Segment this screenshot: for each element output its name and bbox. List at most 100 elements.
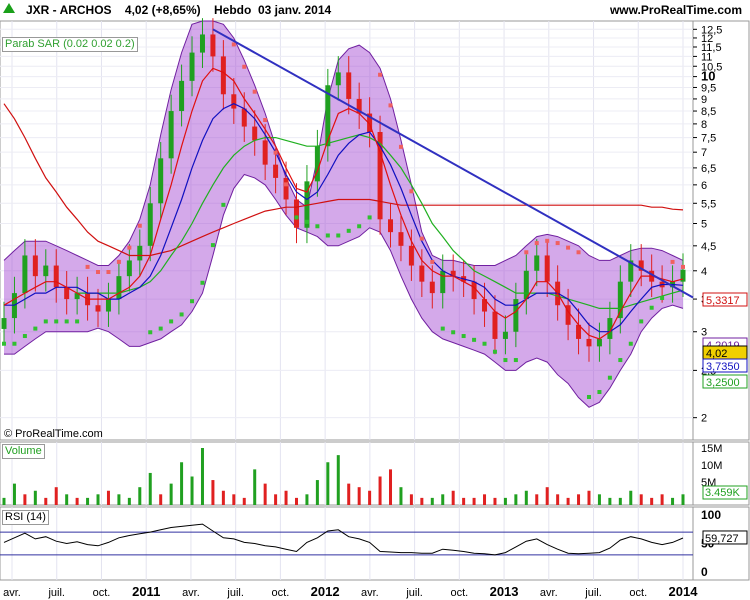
sar-dot	[304, 219, 309, 224]
rsi-line	[3, 523, 684, 556]
sar-dot	[179, 312, 184, 317]
candle-body	[199, 34, 205, 53]
chart-window: JXR - ARCHOS 4,02 (+8,65%) Hebdo 03 janv…	[0, 0, 750, 600]
y-tick-label: 4	[701, 266, 707, 278]
sar-dot	[461, 334, 466, 339]
bollinger-band	[4, 21, 683, 408]
candle-body	[252, 126, 258, 141]
legend-price[interactable]: Prix	[0, 21, 25, 36]
sar-dot	[231, 42, 236, 47]
legend-ma50[interactable]: Moyenne mobile (Simple 50)	[319, 21, 466, 36]
volume-bar	[117, 494, 121, 505]
chart-svg[interactable]: avr. juil. oct. 2011 avr. juil. oct. 2012 avr. ju…	[0, 0, 750, 600]
sar-dot	[284, 182, 289, 187]
symbol-quote: JXR - ARCHOS 4,02 (+8,65%) Hebdo 03 janv…	[26, 3, 331, 17]
candle-body	[85, 293, 91, 306]
value-tag-label: 3,7350	[706, 361, 740, 373]
sar-dot	[545, 238, 550, 243]
sar-dot	[670, 259, 675, 264]
candle-body	[64, 287, 70, 300]
trendline	[212, 28, 694, 299]
candle-body	[126, 260, 132, 277]
value-tag-label: 4,02	[706, 348, 727, 360]
y-tick-label: 9,5	[701, 82, 716, 94]
candle-body	[555, 281, 561, 306]
sar-dot	[597, 390, 602, 395]
rsi-label[interactable]: RSI (14)	[2, 510, 49, 525]
y-tick-label: 10,5	[701, 61, 722, 73]
panel-frame-1	[0, 441, 694, 506]
volume-bar	[180, 462, 184, 505]
legend-ma10[interactable]: Moyenne mobile (Simple 10)	[25, 21, 172, 36]
sar-dot	[660, 296, 665, 301]
sar-dot	[116, 259, 121, 264]
legend-boll-inf[interactable]: Boll inf (20 2)	[666, 21, 738, 36]
sar-dot	[64, 319, 69, 324]
volume-bar	[660, 494, 664, 505]
sar-dot	[148, 330, 153, 335]
volume-bar	[503, 497, 507, 505]
candle-body	[659, 281, 665, 288]
x-tick-label: avr.	[3, 587, 21, 599]
volume-bar	[190, 476, 194, 505]
volume-bar	[221, 490, 225, 505]
x-tick-label: 2013	[490, 584, 519, 599]
value-tag-box	[702, 345, 748, 360]
candle-body	[346, 72, 352, 99]
x-tick-label: oct.	[629, 587, 647, 599]
sar-dot	[54, 319, 59, 324]
volume-bar	[368, 490, 372, 505]
candle-body	[502, 331, 508, 339]
x-tick-label: oct.	[93, 587, 111, 599]
candle-body	[147, 203, 153, 246]
volume-tick-label: 5M	[701, 477, 716, 489]
volume-bar	[409, 494, 413, 505]
x-tick-label: juil.	[226, 587, 244, 599]
sar-dot	[607, 375, 612, 380]
volume-bar	[399, 487, 403, 505]
candle-body	[586, 338, 592, 347]
x-tick-label: 2011	[132, 584, 160, 599]
volume-bar	[326, 462, 330, 505]
y-tick-label: 11,5	[701, 42, 722, 54]
volume-bar	[441, 494, 445, 505]
sar-dot	[681, 264, 685, 269]
boll-sup-line	[3, 20, 684, 266]
candle-body	[273, 164, 279, 178]
sar-dot	[566, 245, 571, 250]
candle-body	[283, 177, 289, 200]
sar-dot	[221, 202, 226, 207]
sar-dot	[242, 64, 247, 69]
candle-body	[179, 80, 185, 112]
volume-bar	[357, 487, 361, 505]
legend-boll-sup[interactable]: Boll sup	[620, 21, 666, 36]
x-tick-label: juil.	[47, 587, 65, 599]
candle-body	[638, 260, 644, 271]
axis-frame-1	[692, 441, 750, 506]
legend-ma20[interactable]: Moyenne mobile (Simple 20)	[172, 21, 319, 36]
sar-dot	[263, 118, 268, 123]
volume-value-label: 3.459K	[705, 487, 741, 499]
sar-dot	[336, 233, 341, 238]
sar-label[interactable]: Parab SAR (0.02 0.02 0.2)	[2, 37, 138, 52]
volume-bar	[2, 497, 6, 505]
sar-dot	[252, 89, 257, 94]
candle-body	[95, 305, 101, 312]
value-tag-box	[702, 337, 748, 352]
legend-ma150[interactable]: Moyenne mobile (Simple 150)	[467, 21, 620, 36]
volume-bar	[44, 497, 48, 505]
volume-bar	[75, 497, 79, 505]
symbol-name: JXR - ARCHOS	[26, 3, 112, 17]
volume-bar	[159, 494, 163, 505]
volume-value-box	[702, 485, 748, 500]
volume-bar	[577, 494, 581, 505]
sar-dot	[555, 241, 560, 246]
sar-dot	[649, 305, 654, 310]
sar-dot	[294, 215, 299, 220]
volume-label[interactable]: Volume	[2, 444, 45, 459]
x-tick-label: oct.	[450, 587, 468, 599]
value-tag-box	[702, 292, 748, 307]
volume-bar	[389, 469, 393, 505]
candle-body	[356, 98, 362, 114]
sar-dot	[451, 330, 456, 335]
